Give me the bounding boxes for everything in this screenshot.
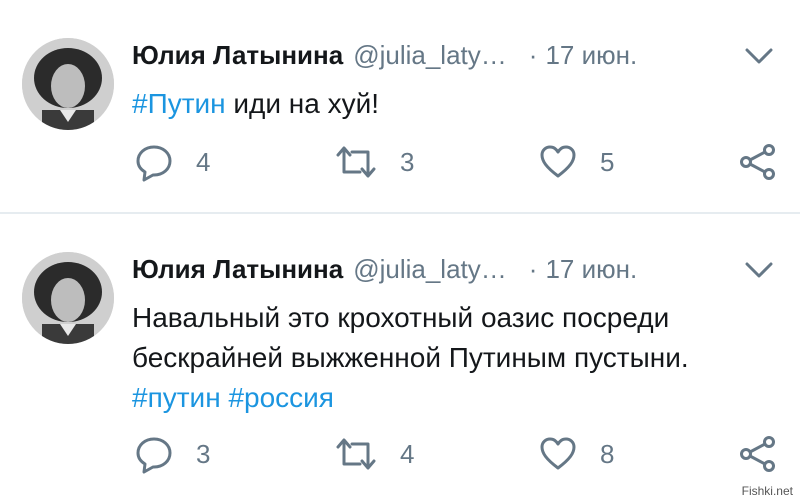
reply-icon <box>136 437 172 474</box>
hashtag-link[interactable]: #россия <box>228 382 334 413</box>
avatar[interactable] <box>22 252 114 344</box>
chevron-down-icon[interactable] <box>742 44 776 68</box>
like-count: 8 <box>600 438 615 469</box>
tweet-text-line: бескрайней выжженной Путиным пустыни. <box>132 342 689 373</box>
tweet-actions: 3 4 8 <box>0 434 800 474</box>
tweet-date[interactable]: 17 июн. <box>545 254 637 285</box>
tweet[interactable]: Юлия Латынина @julia_laty… · 17 июн. Нав… <box>0 214 800 500</box>
tweet-text-line: Навальный это крохотный оазис посреди <box>132 302 670 333</box>
retweet-count: 4 <box>400 438 415 469</box>
tweet-actions: 4 3 5 <box>0 142 800 182</box>
avatar-portrait <box>22 38 114 130</box>
hashtag-link[interactable]: #путин <box>132 382 221 413</box>
watermark: Fishki.net <box>738 484 796 498</box>
share-button[interactable] <box>738 142 778 182</box>
like-button[interactable]: 5 <box>538 142 614 182</box>
retweet-icon <box>336 438 376 470</box>
reply-button[interactable]: 4 <box>134 142 210 182</box>
like-button[interactable]: 8 <box>538 434 614 474</box>
tweet-header: Юлия Латынина @julia_laty… · 17 июн. <box>132 254 742 290</box>
author-name[interactable]: Юлия Латынина <box>132 40 343 71</box>
hashtag-link[interactable]: #Путин <box>132 88 226 119</box>
tweet-header: Юлия Латынина @julia_laty… · 17 июн. <box>132 40 742 76</box>
author-handle[interactable]: @julia_laty… <box>353 40 507 71</box>
tweet-text: Навальный это крохотный оазис посреди бе… <box>132 298 782 418</box>
reply-icon <box>136 145 172 182</box>
avatar-portrait <box>22 252 114 344</box>
retweet-button[interactable]: 3 <box>334 142 414 182</box>
tweet-date[interactable]: 17 июн. <box>545 40 637 71</box>
retweet-count: 3 <box>400 146 415 177</box>
avatar[interactable] <box>22 38 114 130</box>
reply-count: 3 <box>196 438 211 469</box>
tweet[interactable]: Юлия Латынина @julia_laty… · 17 июн. #Пу… <box>0 0 800 212</box>
tweet-text-segment: иди на хуй! <box>225 88 380 119</box>
hashtag-line: #путин #россия <box>132 378 782 418</box>
separator: · <box>528 40 538 70</box>
separator: · <box>528 254 538 284</box>
author-name[interactable]: Юлия Латынина <box>132 254 343 285</box>
retweet-icon <box>336 146 376 178</box>
reply-button[interactable]: 3 <box>134 434 210 474</box>
tweet-text: #Путин иди на хуй! <box>132 84 782 124</box>
share-button[interactable] <box>738 434 778 474</box>
like-count: 5 <box>600 146 615 177</box>
author-handle[interactable]: @julia_laty… <box>353 254 507 285</box>
like-icon <box>540 145 576 178</box>
like-icon <box>540 437 576 470</box>
chevron-down-icon[interactable] <box>742 258 776 282</box>
share-icon <box>740 144 775 180</box>
reply-count: 4 <box>196 146 211 177</box>
retweet-button[interactable]: 4 <box>334 434 414 474</box>
share-icon <box>740 436 775 472</box>
